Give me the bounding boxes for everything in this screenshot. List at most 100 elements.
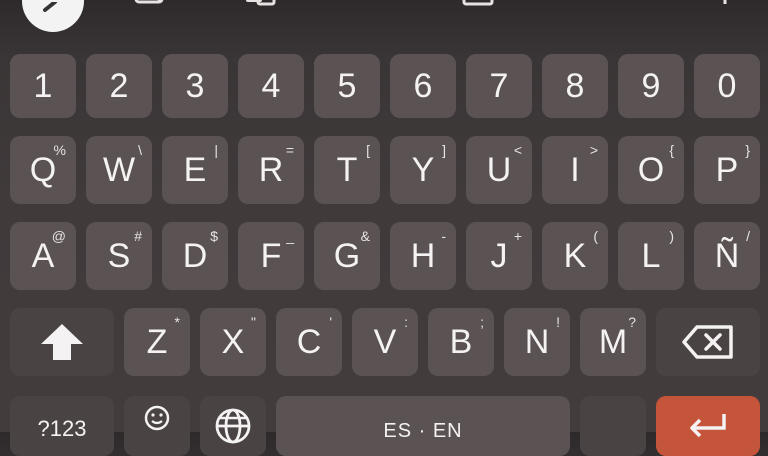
key-secondary: -: [441, 228, 446, 244]
key-g[interactable]: G &: [314, 222, 380, 290]
key-f[interactable]: F _: [238, 222, 304, 290]
key-w[interactable]: W \: [86, 136, 152, 204]
key-label: F: [260, 236, 282, 275]
key-label: G: [333, 236, 361, 275]
key-secondary: |: [214, 142, 218, 158]
enter-icon: [690, 414, 726, 438]
key-0[interactable]: 0: [694, 54, 760, 118]
enter-key[interactable]: [656, 396, 760, 456]
emoji-key[interactable]: [124, 396, 190, 456]
key-label: Y: [411, 150, 435, 189]
key-secondary: ]: [442, 142, 446, 158]
key-r[interactable]: R =: [238, 136, 304, 204]
toolbar-onehand-button[interactable]: [344, 0, 378, 12]
key-label: Z: [146, 322, 168, 361]
key-j[interactable]: J +: [466, 222, 532, 290]
key-u[interactable]: U <: [466, 136, 532, 204]
key-secondary: \: [138, 142, 142, 158]
key-label: B: [449, 322, 473, 361]
key-secondary: =: [285, 142, 294, 158]
key-label: P: [715, 150, 739, 189]
key-label: L: [641, 236, 661, 275]
shift-arrow-icon: [41, 324, 83, 360]
backspace-key[interactable]: [656, 308, 760, 376]
key-label: D: [182, 236, 208, 275]
sticker-icon: [134, 0, 164, 4]
backspace-icon: [682, 325, 733, 359]
period-key[interactable]: [580, 396, 646, 456]
key-3[interactable]: 3: [162, 54, 228, 118]
key-l[interactable]: L): [618, 222, 684, 290]
key-label: I: [570, 150, 580, 189]
key-label: E: [183, 150, 207, 189]
key-label: Ñ: [714, 236, 740, 275]
key-secondary: ': [329, 314, 332, 330]
symbols-label: ?123: [37, 416, 87, 441]
shift-key[interactable]: [10, 308, 114, 376]
key-label: 4: [261, 66, 281, 105]
key-b[interactable]: B;: [428, 308, 494, 376]
keyboard-toolbar: [0, 0, 768, 40]
key-q[interactable]: Q%: [10, 136, 76, 204]
key-8[interactable]: 8: [542, 54, 608, 118]
toolbar-clipboard-button[interactable]: [462, 0, 496, 12]
key-9[interactable]: 9: [618, 54, 684, 118]
key-i[interactable]: I >: [542, 136, 608, 204]
key-secondary: _: [286, 228, 294, 244]
key-d[interactable]: D $: [162, 222, 228, 290]
key-secondary: %: [53, 142, 66, 158]
space-key[interactable]: ES · EN: [276, 396, 570, 456]
key-secondary: >: [589, 142, 598, 158]
key-label: K: [563, 236, 587, 275]
key-label: H: [410, 236, 436, 275]
key-label: W: [102, 150, 136, 189]
key-label: 7: [489, 66, 509, 105]
key-label: 8: [565, 66, 585, 105]
key-secondary: #: [134, 228, 142, 244]
key-secondary: (: [593, 228, 598, 244]
key-5[interactable]: 5: [314, 54, 380, 118]
key-t[interactable]: T[: [314, 136, 380, 204]
chevron-left-icon: [43, 2, 57, 12]
key-secondary: +: [513, 228, 522, 244]
key-c[interactable]: C ': [276, 308, 342, 376]
key-label: J: [490, 236, 508, 275]
toolbar-back-button[interactable]: [22, 0, 84, 32]
key-secondary: *: [174, 314, 180, 330]
toolbar-sticker-button[interactable]: [134, 0, 168, 12]
key-n[interactable]: N!: [504, 308, 570, 376]
key-label: C: [296, 322, 322, 361]
key-label: Q: [29, 150, 57, 189]
clipboard-icon: [462, 0, 494, 6]
symbols-key[interactable]: ?123: [10, 396, 114, 456]
emoji-icon: [144, 405, 170, 431]
key-v[interactable]: V:: [352, 308, 418, 376]
key-y[interactable]: Y]: [390, 136, 456, 204]
toolbar-mic-button[interactable]: [708, 0, 742, 12]
key-e[interactable]: E |: [162, 136, 228, 204]
key-secondary: {: [669, 142, 674, 158]
keyboard-mode-icon: [344, 0, 378, 12]
key-label: 1: [33, 66, 53, 105]
key-1[interactable]: 1: [10, 54, 76, 118]
key-a[interactable]: A @: [10, 222, 76, 290]
key-2[interactable]: 2: [86, 54, 152, 118]
key-z[interactable]: Z *: [124, 308, 190, 376]
key-label: 6: [413, 66, 433, 105]
toolbar-translate-button[interactable]: [244, 0, 278, 12]
key-7[interactable]: 7: [466, 54, 532, 118]
key-x[interactable]: X ": [200, 308, 266, 376]
key-label: T: [336, 150, 358, 189]
key-o[interactable]: O{: [618, 136, 684, 204]
key-4[interactable]: 4: [238, 54, 304, 118]
key-label: X: [221, 322, 245, 361]
key-k[interactable]: K(: [542, 222, 608, 290]
key-label: 0: [717, 66, 737, 105]
key-6[interactable]: 6: [390, 54, 456, 118]
key-p[interactable]: P}: [694, 136, 760, 204]
key-h[interactable]: H-: [390, 222, 456, 290]
key-n-tilde[interactable]: Ñ /: [694, 222, 760, 290]
key-s[interactable]: S #: [86, 222, 152, 290]
language-key[interactable]: [200, 396, 266, 456]
key-m[interactable]: M?: [580, 308, 646, 376]
